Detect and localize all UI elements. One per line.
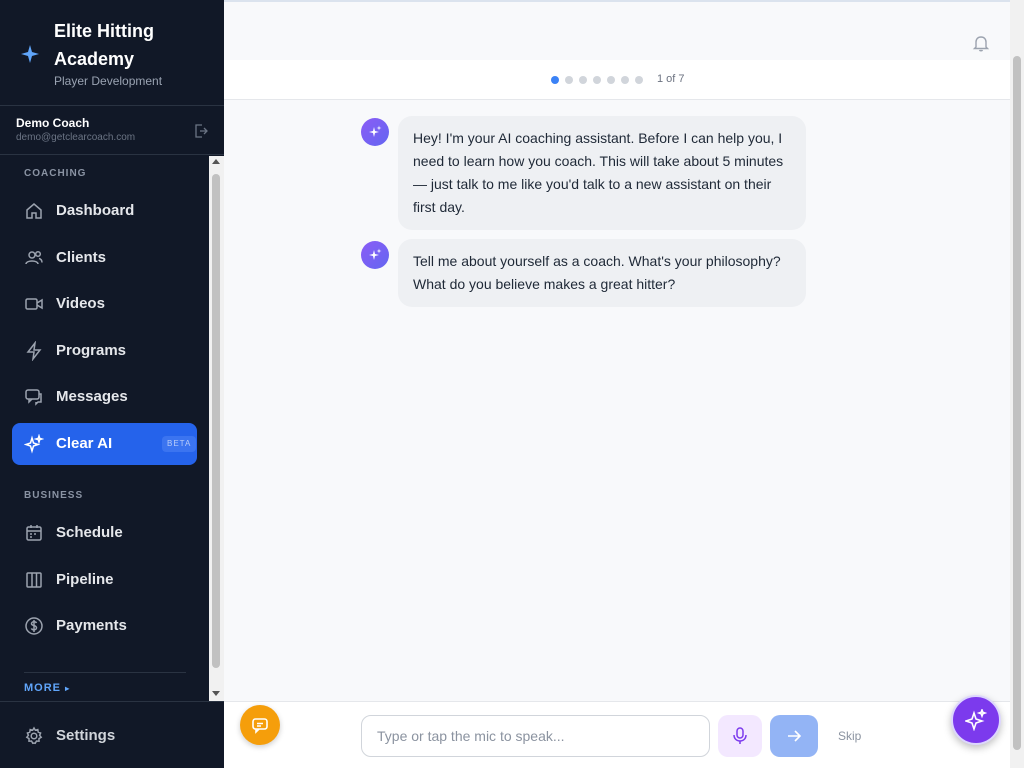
sparkles-icon bbox=[965, 709, 987, 731]
chat-launcher-button[interactable] bbox=[240, 705, 280, 745]
sidebar-item-label: Schedule bbox=[56, 524, 123, 541]
sidebar-item-label: Clear AI bbox=[56, 435, 113, 452]
progress-step-text: 1 of 7 bbox=[657, 73, 685, 85]
sidebar-item-label: Dashboard bbox=[56, 202, 135, 219]
progress-dot-7 bbox=[635, 76, 643, 84]
sparkles-icon bbox=[369, 248, 382, 260]
page-scrollbar-thumb[interactable] bbox=[1013, 56, 1021, 750]
sidebar-item-label: Payments bbox=[56, 617, 127, 634]
user-email: demo@getclearcoach.com bbox=[16, 132, 136, 143]
more-label: MORE bbox=[24, 682, 61, 694]
page-scrollbar[interactable] bbox=[1010, 0, 1024, 768]
progress-dot-4 bbox=[593, 76, 601, 84]
sparkles-icon bbox=[24, 434, 44, 454]
sidebar-item-clear-ai[interactable]: Clear AI BETA bbox=[12, 423, 197, 465]
sidebar-item-messages[interactable]: Messages bbox=[12, 376, 197, 418]
ai-message: Tell me about yourself as a coach. What'… bbox=[398, 239, 806, 307]
skip-button[interactable]: Skip bbox=[838, 729, 861, 743]
progress-dot-5 bbox=[607, 76, 615, 84]
sidebar-item-label: Clients bbox=[56, 249, 107, 266]
caret-right-icon: ▸ bbox=[65, 684, 71, 693]
ai-message: Hey! I'm your AI coaching assistant. Bef… bbox=[398, 116, 806, 230]
section-label-business: BUSINESS bbox=[24, 490, 84, 501]
dollar-icon bbox=[25, 617, 43, 635]
progress-dot-1 bbox=[551, 76, 559, 84]
progress-dot-2 bbox=[565, 76, 573, 84]
home-icon bbox=[26, 203, 42, 219]
scroll-down-arrow-icon[interactable] bbox=[212, 691, 220, 696]
sidebar-item-clients[interactable]: Clients bbox=[12, 237, 197, 279]
progress-dot-3 bbox=[579, 76, 587, 84]
onboarding-progress: 1 of 7 bbox=[224, 60, 1010, 100]
sidebar-item-videos[interactable]: Videos bbox=[12, 283, 197, 325]
sidebar-item-label: Messages bbox=[56, 388, 128, 405]
more-toggle[interactable]: MORE ▸ bbox=[24, 682, 70, 694]
sidebar-item-label: Programs bbox=[56, 342, 127, 359]
messages-icon bbox=[25, 389, 42, 406]
sidebar-item-payments[interactable]: Payments bbox=[12, 605, 197, 647]
user-name: Demo Coach bbox=[16, 116, 90, 130]
progress-dot-6 bbox=[621, 76, 629, 84]
brand-subtitle: Player Development bbox=[54, 74, 163, 88]
sidebar-item-programs[interactable]: Programs bbox=[12, 330, 197, 372]
top-bar bbox=[224, 0, 1010, 60]
sidebar-scrollbar-thumb[interactable] bbox=[212, 174, 220, 668]
brand-title: Elite Hitting Academy bbox=[54, 21, 154, 69]
sidebar-item-label: Videos bbox=[56, 295, 105, 312]
composer: Skip bbox=[224, 701, 1010, 768]
calendar-icon bbox=[26, 525, 42, 541]
sidebar: Elite Hitting Academy Player Development… bbox=[0, 0, 224, 768]
beta-badge: BETA bbox=[162, 436, 197, 452]
sidebar-scrollbar[interactable] bbox=[209, 156, 224, 701]
sidebar-item-label: Pipeline bbox=[56, 571, 114, 588]
video-icon bbox=[25, 298, 43, 310]
nav-divider bbox=[24, 672, 186, 673]
arrow-right-icon bbox=[788, 730, 802, 742]
ai-avatar bbox=[361, 118, 389, 146]
users-icon bbox=[25, 250, 43, 265]
gear-icon bbox=[25, 726, 43, 745]
ai-assistant-button[interactable] bbox=[951, 695, 1001, 745]
sidebar-item-schedule[interactable]: Schedule bbox=[12, 512, 197, 554]
sparkle-icon bbox=[21, 45, 39, 63]
send-button[interactable] bbox=[770, 715, 818, 757]
ai-avatar bbox=[361, 241, 389, 269]
chat-thread: Hey! I'm your AI coaching assistant. Bef… bbox=[224, 100, 1010, 701]
sidebar-item-pipeline[interactable]: Pipeline bbox=[12, 559, 197, 601]
message-input[interactable] bbox=[361, 715, 710, 757]
settings-label: Settings bbox=[56, 727, 116, 744]
scroll-up-arrow-icon[interactable] bbox=[212, 159, 220, 164]
user-info: Demo Coach demo@getclearcoach.com bbox=[0, 107, 224, 155]
microphone-icon bbox=[733, 727, 747, 744]
columns-icon bbox=[26, 572, 42, 588]
logout-icon[interactable] bbox=[193, 123, 209, 139]
bell-icon[interactable] bbox=[972, 34, 990, 52]
chat-bubble-icon bbox=[252, 718, 268, 734]
sidebar-item-dashboard[interactable]: Dashboard bbox=[12, 190, 197, 232]
sidebar-nav: COACHING Dashboard Clients Videos Progra… bbox=[0, 156, 209, 701]
brand-header: Elite Hitting Academy Player Development bbox=[0, 0, 224, 106]
sidebar-item-settings[interactable]: Settings bbox=[0, 701, 224, 768]
section-label-coaching: COACHING bbox=[24, 168, 87, 179]
mic-button[interactable] bbox=[718, 715, 762, 757]
bolt-icon bbox=[26, 341, 42, 361]
sparkles-icon bbox=[369, 125, 382, 137]
